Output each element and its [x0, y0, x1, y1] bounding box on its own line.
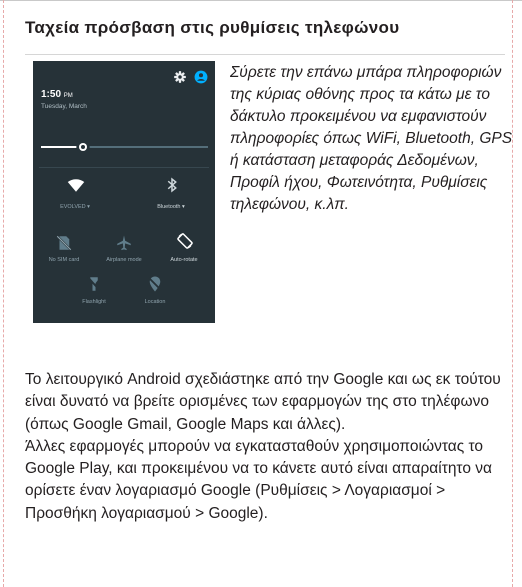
quick-settings-description: Σύρετε την επάνω μπάρα πληροφοριών της κ…: [230, 64, 513, 213]
airplane-icon: [117, 235, 131, 251]
gear-icon: [174, 71, 186, 83]
status-date: Tuesday, March: [41, 103, 87, 110]
left-page-edge-line: [3, 0, 4, 587]
tile-label-flashlight: Flashlight: [82, 299, 106, 305]
bluetooth-label: Bluetooth ▾: [157, 204, 185, 210]
location-icon: [147, 276, 163, 292]
tile-label-auto-rotate: Auto-rotate: [170, 257, 198, 263]
flashlight-icon: [87, 276, 101, 292]
body-text: Το λειτουργικό Android σχεδιάστηκε από τ…: [25, 369, 515, 525]
no-sim-icon: [56, 235, 72, 251]
status-time: 1:50 PM: [41, 89, 73, 100]
account-icon: [194, 70, 208, 84]
auto-rotate-icon: [177, 233, 193, 249]
tile-label-airplane: Airplane mode: [106, 257, 142, 263]
paragraph-google-apps: Το λειτουργικό Android σχεδιάστηκε από τ…: [25, 371, 501, 433]
quick-settings-screenshot: 1:50 PM Tuesday, March EVOLVED ▾ Bluetoo…: [33, 61, 215, 323]
wifi-label: EVOLVED ▾: [60, 204, 90, 210]
top-rule: [0, 0, 522, 1]
quick-settings-divider: [39, 167, 209, 168]
section-heading: Ταχεία πρόσβαση στις ρυθμίσεις τηλεφώνου: [25, 18, 400, 37]
paragraph-google-play: Άλλες εφαρμογές μπορούν να εγκατασταθούν…: [25, 437, 492, 522]
wifi-icon: [67, 179, 85, 192]
tile-label-no-sim: No SIM card: [48, 257, 80, 263]
bluetooth-icon: [167, 177, 177, 193]
brightness-icon: [76, 140, 90, 154]
heading-divider: [25, 54, 505, 55]
tile-label-location: Location: [144, 299, 166, 305]
